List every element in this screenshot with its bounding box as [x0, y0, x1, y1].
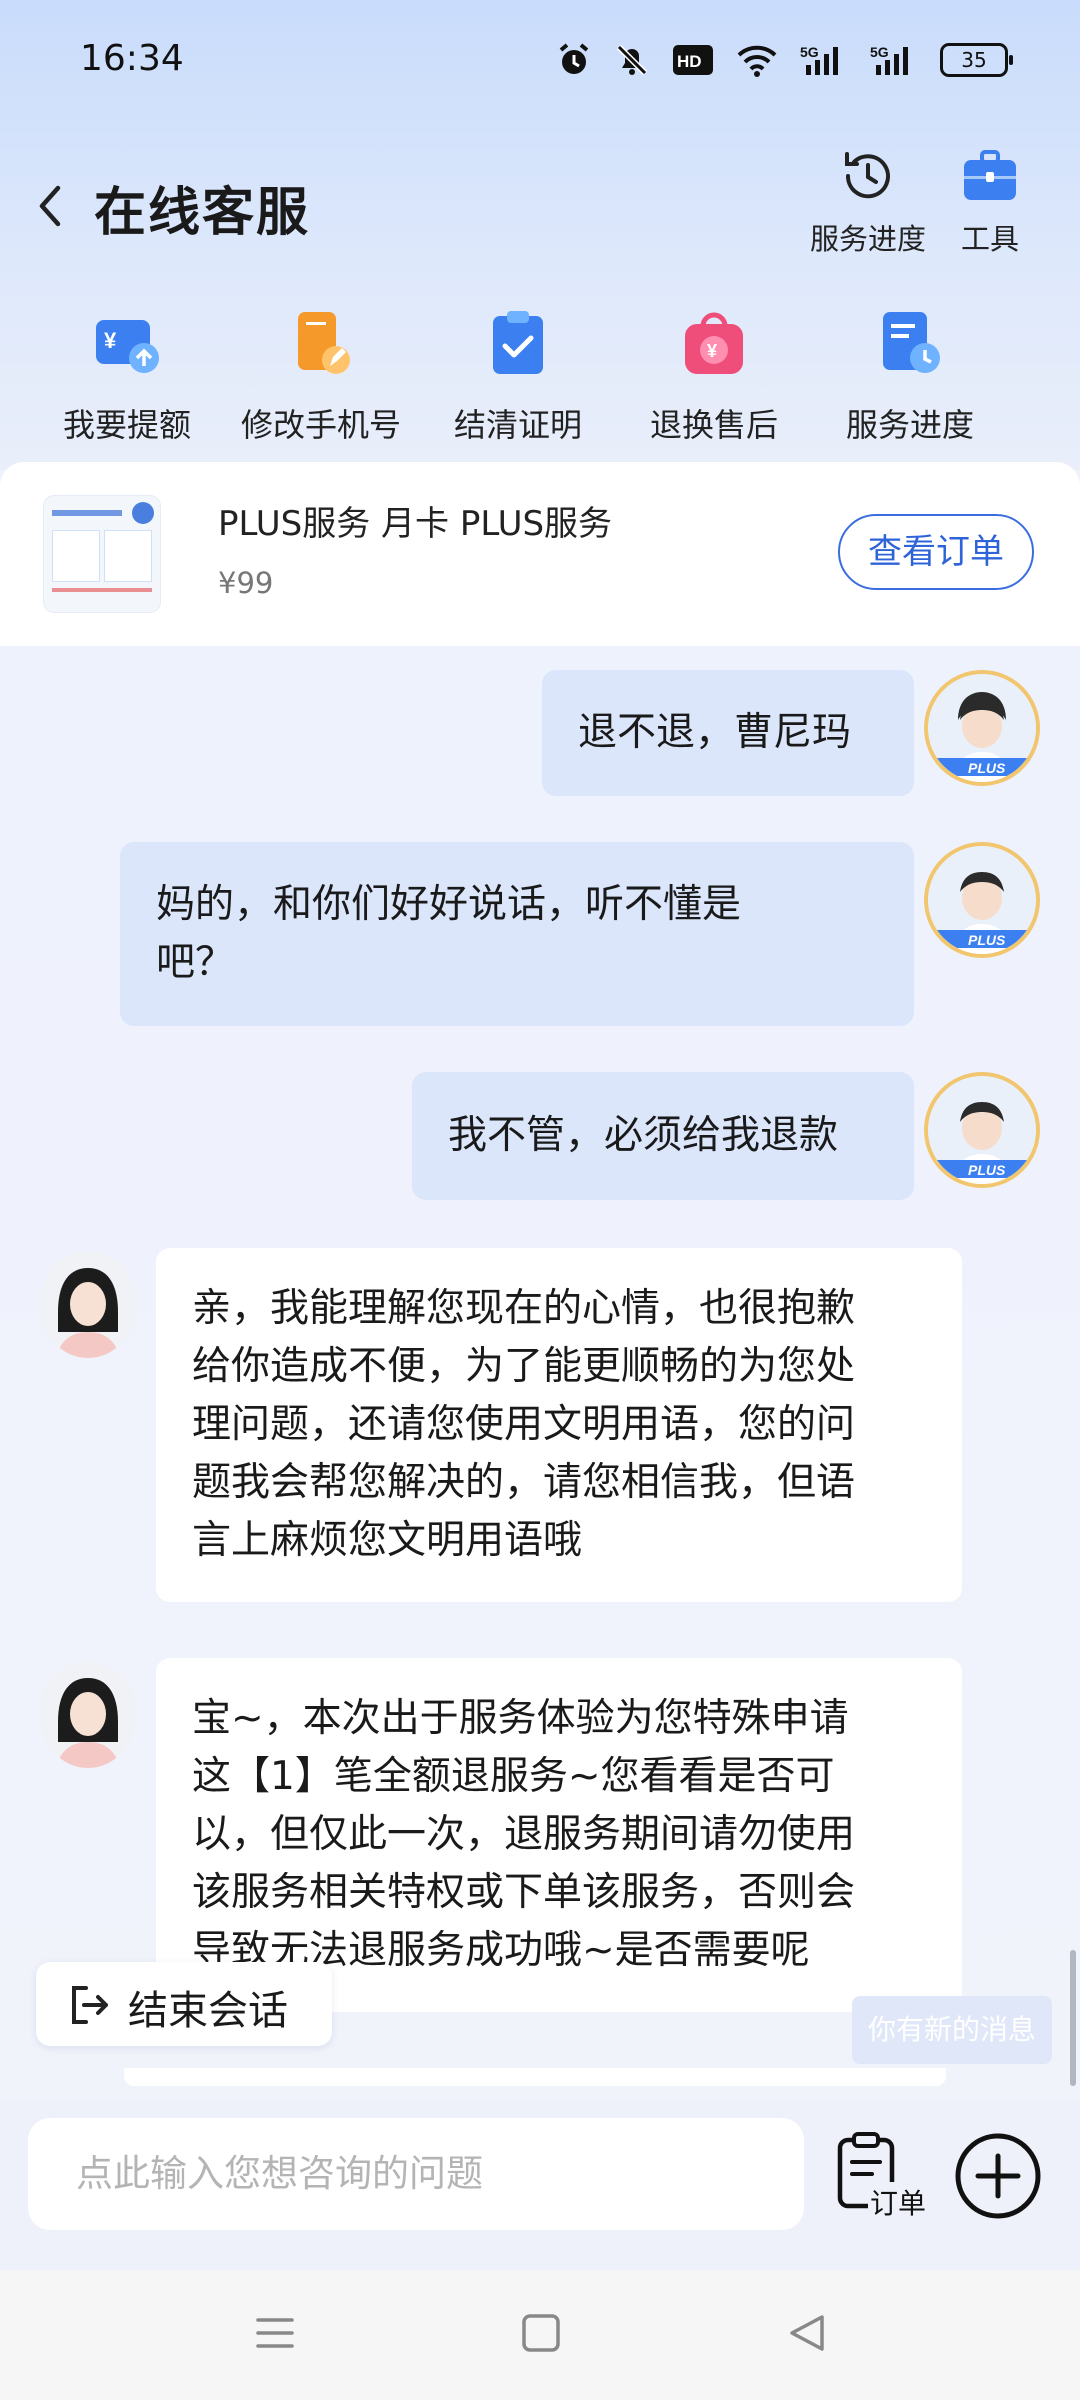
- message-line: 理问题，还请您使用文明用语，您的问: [192, 1402, 856, 1447]
- message-bubble-agent: 亲，我能理解您现在的心情，也很抱歉 给你造成不便，为了能更顺畅的为您处 理问题，…: [156, 1248, 962, 1602]
- scrollbar[interactable]: [1070, 1950, 1076, 2086]
- end-session-button[interactable]: 结束会话: [36, 1962, 332, 2046]
- exit-icon: [72, 1986, 108, 2024]
- chevron-left-icon: [39, 185, 61, 227]
- message-bubble-user: 退不退，曹尼玛: [542, 670, 914, 796]
- back-nav-button[interactable]: [786, 2312, 828, 2358]
- quick-action-raise-limit[interactable]: ¥ 我要提额: [32, 308, 222, 446]
- plus-circle-icon: [955, 2133, 1041, 2219]
- svg-text:PLUS: PLUS: [968, 932, 1006, 948]
- svg-text:HD: HD: [677, 52, 702, 71]
- 5g-signal-icon: 5G: [800, 43, 848, 77]
- agent-avatar-icon: [40, 1662, 136, 1768]
- svg-text:PLUS: PLUS: [968, 1162, 1006, 1178]
- quick-action-label: 我要提额: [62, 406, 191, 444]
- quick-action-label: 结清证明: [453, 406, 582, 444]
- user-avatar-icon: PLUS: [928, 846, 1036, 954]
- message-bubble-agent: 宝~，本次出于服务体验为您特殊申请 这【1】笔全额退服务~您看看是否可 以，但仅…: [156, 1658, 962, 2012]
- alarm-icon: [556, 42, 592, 78]
- user-avatar-icon: PLUS: [928, 674, 1036, 782]
- end-session-label: 结束会话: [128, 1988, 288, 2034]
- back-button[interactable]: [30, 180, 70, 232]
- svg-text:¥: ¥: [707, 341, 717, 361]
- quick-action-change-phone[interactable]: 修改手机号: [226, 308, 416, 446]
- clipboard-check-icon: [493, 311, 543, 374]
- order-label: 订单: [868, 2182, 929, 2222]
- tools-button[interactable]: 工具: [960, 146, 1020, 258]
- message-line: 给你造成不便，为了能更顺畅的为您处: [192, 1344, 856, 1389]
- svg-text:PLUS: PLUS: [968, 760, 1006, 776]
- svg-text:5G: 5G: [800, 44, 819, 60]
- page-title: 在线客服: [94, 183, 311, 243]
- message-line: 吧？: [156, 940, 235, 985]
- svg-text:5G: 5G: [870, 44, 889, 60]
- agent-avatar-icon: [40, 1252, 136, 1358]
- quick-action-after-sales[interactable]: ¥ 退换售后: [619, 308, 809, 446]
- hd-icon: HD: [672, 44, 714, 76]
- new-message-hint[interactable]: 你有新的消息: [852, 1996, 1052, 2064]
- order-card: PLUS服务 月卡 PLUS服务 ¥99 查看订单: [0, 462, 1080, 646]
- wallet-raise-icon: ¥: [96, 320, 159, 373]
- svg-text:¥: ¥: [104, 328, 117, 353]
- message-text: 我不管，必须给我退款: [448, 1113, 839, 1158]
- message-line: 宝~，本次出于服务体验为您特殊申请: [192, 1696, 849, 1741]
- message-line: 这【1】笔全额退服务~您看看是否可: [192, 1754, 835, 1799]
- message-line: 亲，我能理解您现在的心情，也很抱歉: [192, 1286, 856, 1331]
- product-thumbnail: [44, 496, 160, 612]
- toolbox-icon: [964, 150, 1016, 200]
- message-bubble-user: 我不管，必须给我退款: [412, 1072, 914, 1200]
- history-clock-icon: [845, 152, 890, 199]
- message-line: 言上麻烦您文明用语哦: [192, 1518, 583, 1563]
- message-bubble-user: 妈的，和你们好好说话，听不懂是 吧？: [120, 842, 914, 1026]
- 5g-signal-icon: 5G: [870, 43, 918, 77]
- wifi-icon: [736, 43, 778, 77]
- phone-edit-icon: [298, 312, 350, 374]
- product-name: PLUS服务 月卡 PLUS服务: [218, 504, 613, 544]
- status-bar: 16:34 HD 5G 5G 35: [0, 0, 1080, 120]
- tools-label: 工具: [960, 222, 1019, 256]
- battery-indicator: 35: [940, 43, 1013, 77]
- user-avatar[interactable]: PLUS: [924, 842, 1040, 958]
- product-price: ¥99: [218, 566, 274, 600]
- service-progress-label: 服务进度: [810, 222, 927, 256]
- menu-nav-button[interactable]: [254, 2312, 296, 2358]
- quick-action-label: 服务进度: [845, 406, 974, 444]
- message-text: 退不退，曹尼玛: [578, 710, 852, 755]
- doc-clock-icon: [883, 312, 940, 373]
- message-line: 题我会帮您解决的，请您相信我，但语: [192, 1460, 856, 1505]
- quick-action-label: 退换售后: [649, 406, 778, 444]
- message-line: 该服务相关特权或下单该服务，否则会: [192, 1870, 856, 1915]
- quick-action-settlement-proof[interactable]: 结清证明: [423, 308, 613, 446]
- user-avatar[interactable]: PLUS: [924, 670, 1040, 786]
- back-triangle-icon: [790, 2315, 824, 2351]
- mute-icon: [614, 42, 650, 78]
- order-button[interactable]: 订单: [834, 2130, 934, 2222]
- home-square-icon: [522, 2314, 560, 2352]
- view-order-button[interactable]: 查看订单: [838, 514, 1034, 590]
- quick-action-label: 修改手机号: [240, 406, 401, 444]
- add-attachment-button[interactable]: [950, 2128, 1046, 2224]
- status-icons: HD 5G 5G 35: [556, 38, 1013, 82]
- message-line: 以，但仅此一次，退服务期间请勿使用: [192, 1812, 856, 1857]
- quick-action-service-progress[interactable]: 服务进度: [815, 308, 1005, 446]
- message-input[interactable]: 点此输入您想咨询的问题: [28, 2118, 804, 2230]
- user-avatar-icon: PLUS: [928, 1076, 1036, 1184]
- message-bubble-agent: [124, 2068, 946, 2086]
- status-time: 16:34: [80, 38, 184, 79]
- system-nav-bar: [0, 2270, 1080, 2400]
- user-avatar[interactable]: PLUS: [924, 1072, 1040, 1188]
- agent-avatar[interactable]: [40, 1252, 136, 1358]
- home-nav-button[interactable]: [520, 2312, 562, 2358]
- agent-avatar[interactable]: [40, 1662, 136, 1768]
- menu-icon: [256, 2318, 294, 2348]
- message-line: 妈的，和你们好好说话，听不懂是: [156, 882, 742, 927]
- refund-bag-icon: ¥: [685, 312, 743, 374]
- service-progress-button[interactable]: 服务进度: [810, 146, 926, 258]
